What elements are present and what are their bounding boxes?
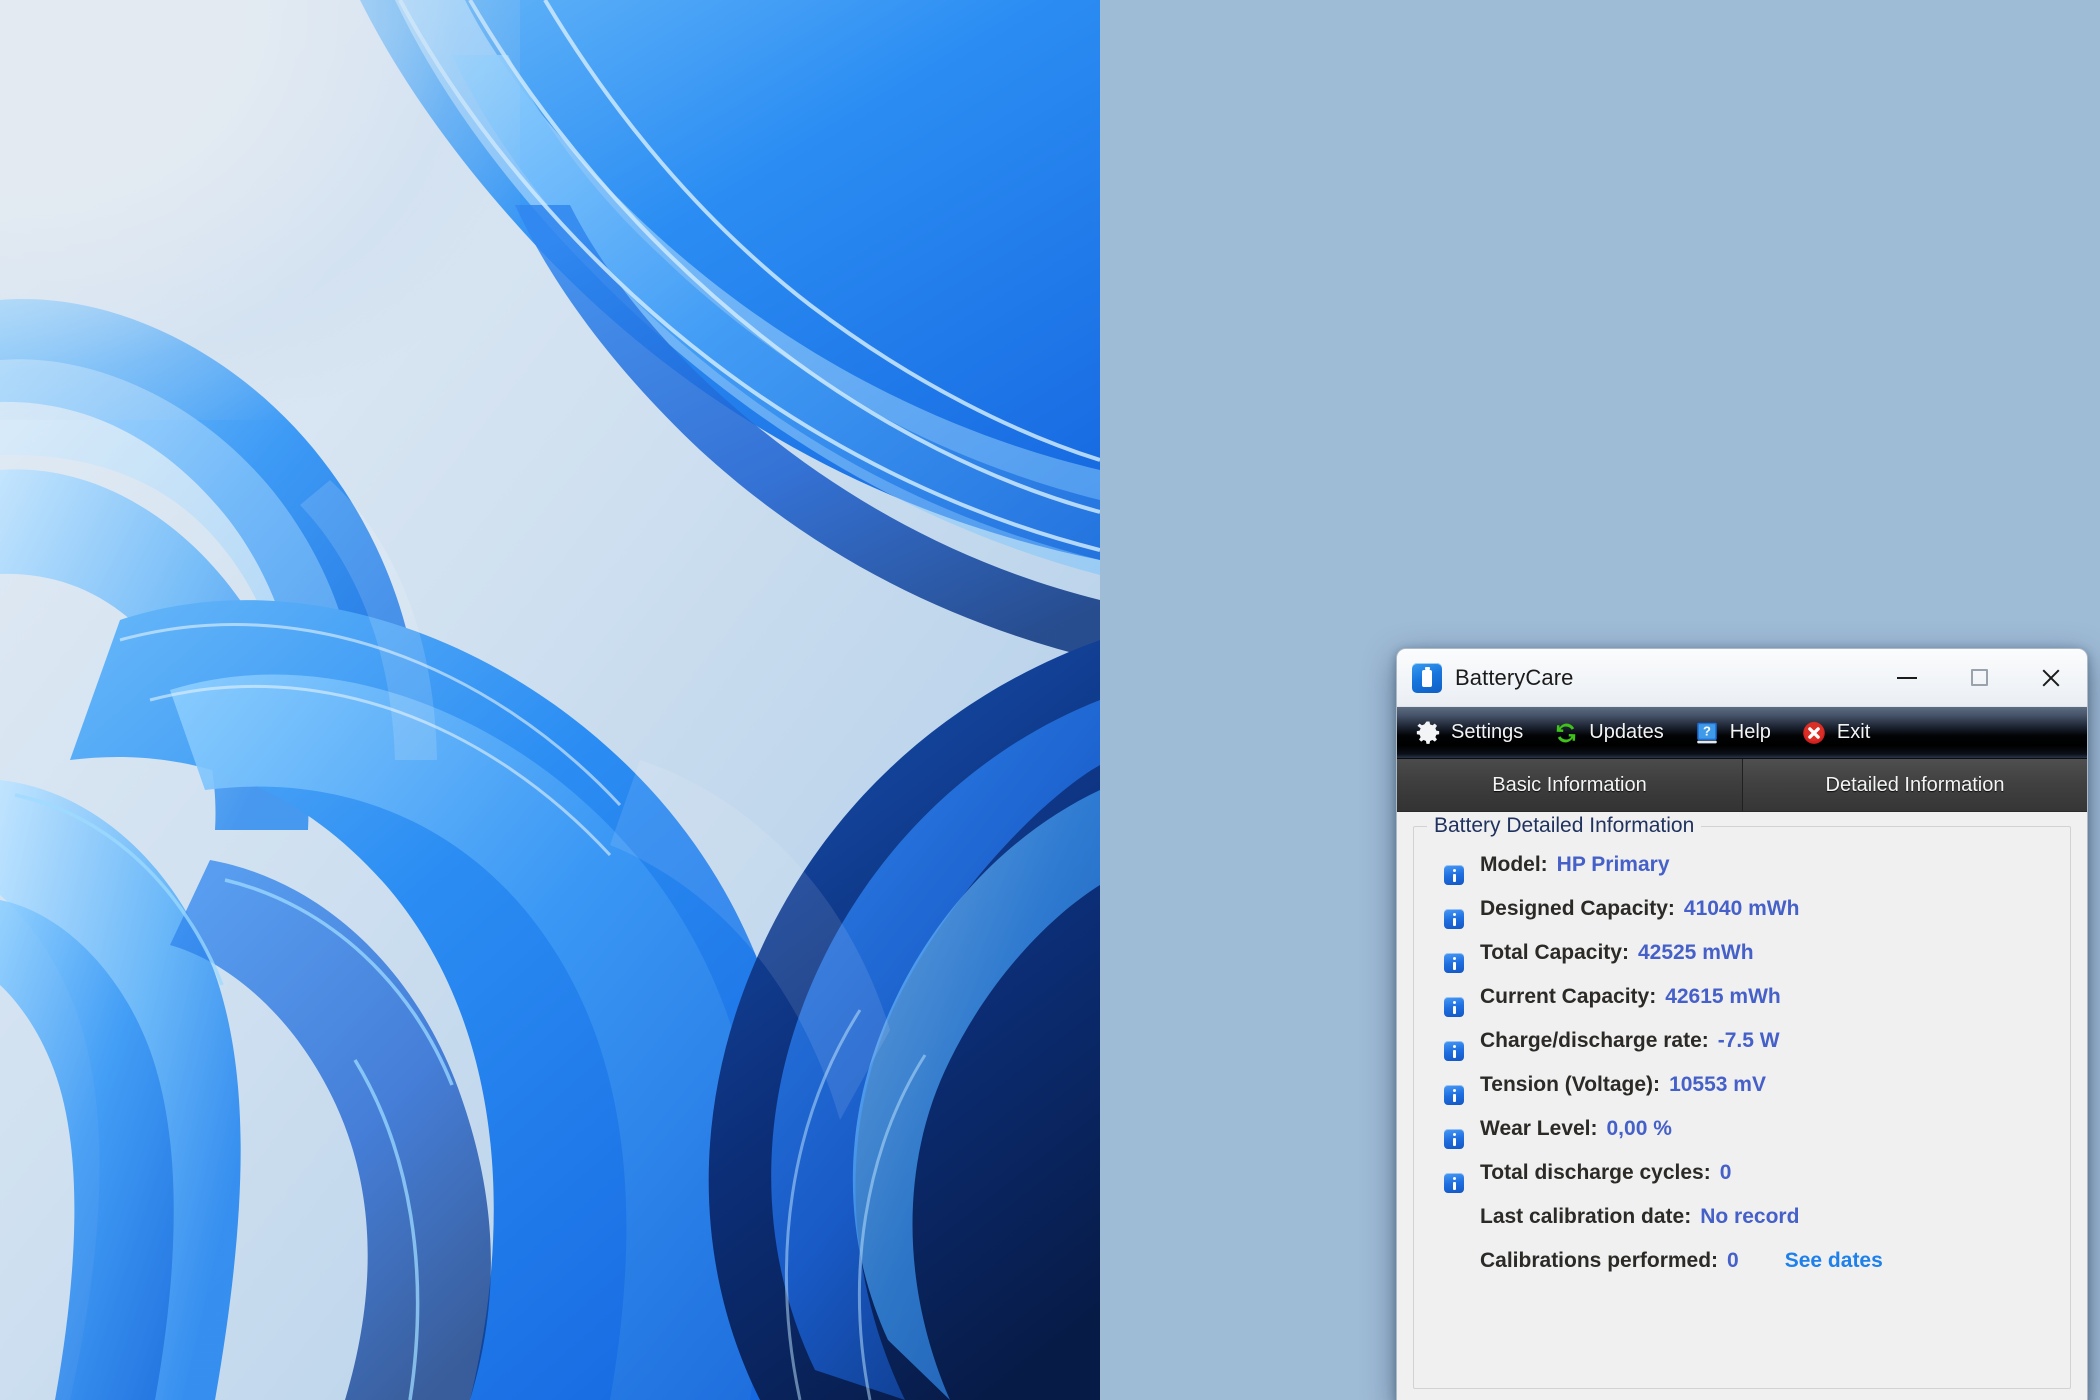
exit-label: Exit <box>1836 721 1871 743</box>
row-value: 0,00 % <box>1606 1117 1672 1140</box>
row-value: No record <box>1700 1205 1800 1228</box>
row-calibrations-performed: Calibrations performed: 0 See dates <box>1428 1249 2056 1293</box>
maximize-button[interactable] <box>1943 649 2015 706</box>
battery-icon <box>1412 662 1442 693</box>
tab-bar: Basic Information Detailed Information <box>1397 759 2087 812</box>
window-controls <box>1871 649 2087 706</box>
maximize-icon <box>1970 669 1988 686</box>
row-label: Total discharge cycles: <box>1480 1161 1711 1184</box>
row-label: Total Capacity: <box>1480 941 1629 964</box>
window-titlebar[interactable]: BatteryCare <box>1397 649 2087 707</box>
info-icon <box>1444 1129 1464 1149</box>
exit-button[interactable]: Exit <box>1801 707 1870 758</box>
row-label: Wear Level: <box>1480 1117 1598 1140</box>
row-value: 10553 mV <box>1669 1073 1766 1096</box>
row-value: 42615 mWh <box>1665 985 1781 1008</box>
minimize-button[interactable] <box>1871 649 1943 706</box>
row-model: Model: HP Primary <box>1428 853 2056 897</box>
batterycare-window: BatteryCare Settings Updates ? Help Exit… <box>1396 648 2088 1400</box>
updates-label: Updates <box>1589 721 1664 743</box>
row-wear-level: Wear Level: 0,00 % <box>1428 1117 2056 1161</box>
toolbar: Settings Updates ? Help Exit <box>1397 707 2087 759</box>
minimize-icon <box>1897 676 1917 679</box>
info-icon <box>1444 997 1464 1017</box>
row-value: 42525 mWh <box>1637 941 1754 964</box>
row-value: 41040 mWh <box>1683 897 1800 920</box>
row-total-capacity: Total Capacity: 42525 mWh <box>1428 941 2056 985</box>
row-value: 0 <box>1719 1161 1732 1184</box>
content-panel: Battery Detailed Information Model: HP P… <box>1397 812 2087 1400</box>
tab-detailed-information[interactable]: Detailed Information <box>1742 759 2087 811</box>
desktop: BatteryCare Settings Updates ? Help Exit… <box>0 0 2100 1400</box>
row-value: HP Primary <box>1556 853 1670 876</box>
battery-detailed-information-group: Battery Detailed Information Model: HP P… <box>1413 814 2071 1389</box>
gear-icon <box>1415 720 1441 746</box>
group-title: Battery Detailed Information <box>1427 814 1702 838</box>
info-icon <box>1444 953 1464 973</box>
info-icon <box>1444 1085 1464 1105</box>
info-icon <box>1444 1173 1464 1193</box>
row-value: 0 <box>1727 1249 1739 1272</box>
row-label: Last calibration date: <box>1480 1205 1692 1228</box>
row-label: Tension (Voltage): <box>1480 1073 1661 1096</box>
row-value: -7.5 W <box>1717 1029 1780 1052</box>
refresh-icon <box>1553 720 1579 746</box>
exit-circle-icon <box>1801 720 1827 746</box>
row-current-capacity: Current Capacity: 42615 mWh <box>1428 985 2056 1029</box>
row-label: Model: <box>1480 853 1548 876</box>
row-total-discharge-cycles: Total discharge cycles: 0 <box>1428 1161 2056 1205</box>
info-icon <box>1444 1041 1464 1061</box>
settings-label: Settings <box>1451 721 1524 743</box>
row-label: Charge/discharge rate: <box>1480 1029 1709 1052</box>
row-designed-capacity: Designed Capacity: 41040 mWh <box>1428 897 2056 941</box>
info-icon <box>1444 865 1464 885</box>
row-last-calibration-date: Last calibration date: No record <box>1428 1205 2056 1249</box>
wallpaper <box>0 0 1100 1400</box>
window-title: BatteryCare <box>1455 664 1574 690</box>
close-icon <box>2040 667 2062 689</box>
tab-basic-information[interactable]: Basic Information <box>1397 759 1742 811</box>
svg-text:?: ? <box>1703 723 1711 738</box>
info-icon <box>1444 909 1464 929</box>
close-button[interactable] <box>2015 649 2087 706</box>
updates-button[interactable]: Updates <box>1553 707 1664 758</box>
row-label: Current Capacity: <box>1480 985 1657 1008</box>
row-charge-discharge-rate: Charge/discharge rate: -7.5 W <box>1428 1029 2056 1073</box>
row-tension-voltage: Tension (Voltage): 10553 mV <box>1428 1073 2056 1117</box>
settings-button[interactable]: Settings <box>1415 707 1523 758</box>
help-button[interactable]: ? Help <box>1694 707 1771 758</box>
see-dates-link[interactable]: See dates <box>1785 1249 1883 1273</box>
help-label: Help <box>1729 721 1771 743</box>
row-label: Designed Capacity: <box>1480 897 1675 920</box>
help-book-icon: ? <box>1694 720 1720 746</box>
row-label: Calibrations performed: <box>1480 1249 1719 1272</box>
